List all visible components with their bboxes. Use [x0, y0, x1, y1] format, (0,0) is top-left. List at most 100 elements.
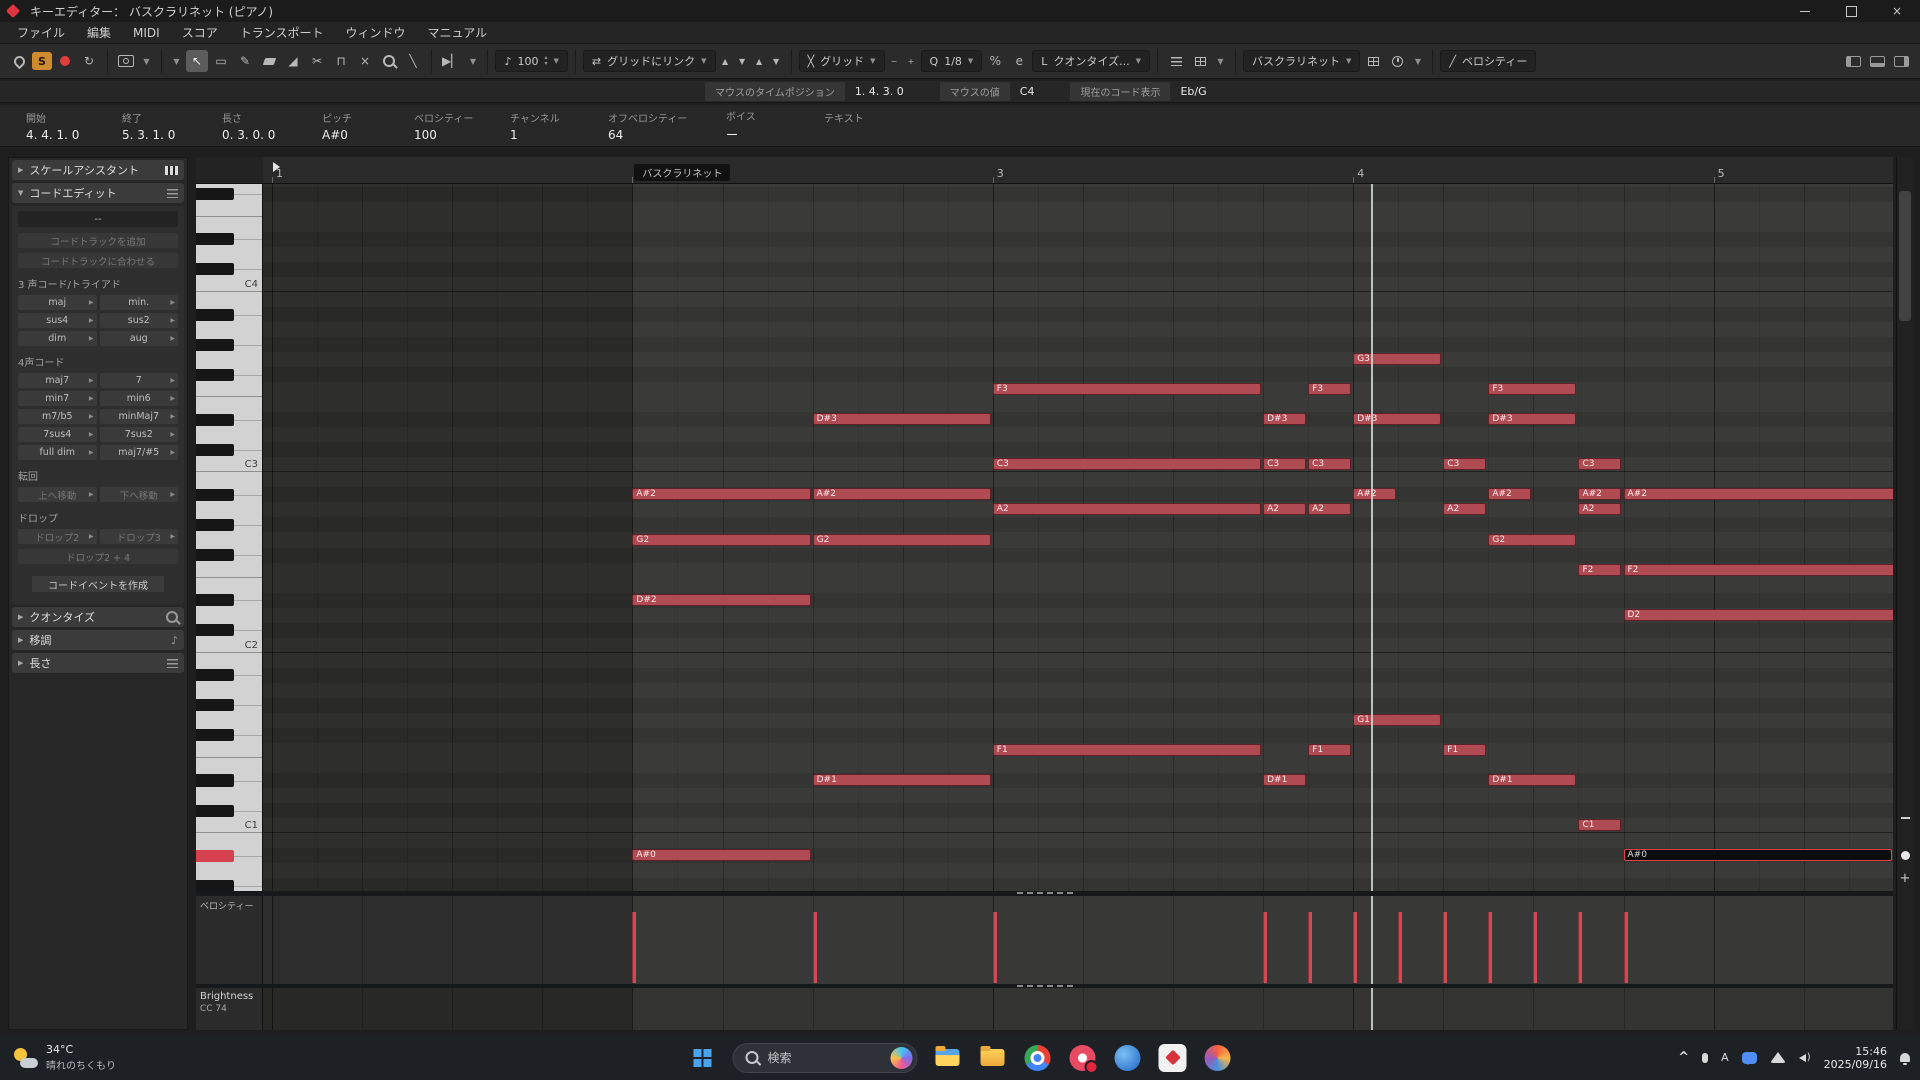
notification-bell-icon[interactable]: [1900, 1053, 1910, 1065]
section-length[interactable]: ▶ 長さ: [12, 653, 184, 673]
event-color-dropdown[interactable]: ╱ ベロシティー: [1440, 50, 1537, 72]
trim-tool-button[interactable]: ◢: [282, 50, 304, 72]
midi-note[interactable]: F1: [1308, 743, 1352, 756]
velocity-stepper[interactable]: ▴ ▾: [545, 55, 548, 67]
velocity-stem[interactable]: [992, 912, 997, 983]
midi-note[interactable]: F3: [1308, 383, 1352, 396]
info-field-開始[interactable]: 開始 4. 4. 1. 0: [26, 110, 122, 142]
midi-note[interactable]: A2: [1308, 503, 1352, 516]
taskbar-app-chrome[interactable]: [1023, 1043, 1053, 1073]
midi-note[interactable]: C3: [1578, 458, 1622, 471]
minimize-button[interactable]: [1782, 0, 1828, 22]
midi-note[interactable]: G2: [1488, 533, 1577, 546]
chord-button-minMaj7[interactable]: minMaj7 ▶: [99, 409, 178, 424]
snap-mode-dropdown[interactable]: ╳ グリッド ▼: [798, 50, 885, 72]
chevron-up-icon[interactable]: ^: [1678, 1050, 1689, 1065]
chord-button-sus2[interactable]: sus2 ▶: [99, 313, 178, 328]
chord-button-dim[interactable]: dim ▶: [18, 331, 97, 346]
snapshot-button[interactable]: [115, 50, 137, 72]
black-key[interactable]: [196, 699, 235, 712]
scrollbar-thumb[interactable]: [1899, 191, 1911, 321]
mute-tool-button[interactable]: ×: [354, 50, 376, 72]
drop2-4-button[interactable]: ドロップ2 + 4: [18, 549, 178, 564]
midi-note[interactable]: D#3: [1488, 413, 1577, 426]
midi-note[interactable]: A#2: [812, 488, 991, 501]
midi-note[interactable]: A#2: [1353, 488, 1397, 501]
midi-note[interactable]: F3: [1488, 383, 1577, 396]
chord-button-下へ移動[interactable]: 下へ移動 ▶: [99, 487, 178, 502]
black-key[interactable]: [196, 263, 235, 276]
midi-note[interactable]: G2: [632, 533, 811, 546]
time-display-button[interactable]: [1386, 50, 1408, 72]
section-scale-assistant[interactable]: ▶ スケールアシスタント: [12, 160, 184, 180]
cycle-button[interactable]: ↻: [78, 50, 100, 72]
chord-button-7sus4[interactable]: 7sus4 ▶: [18, 427, 97, 442]
line-tool-button[interactable]: ╲: [402, 50, 424, 72]
black-key[interactable]: [196, 549, 235, 562]
autoscroll-dropdown[interactable]: ▼: [465, 52, 480, 70]
move-up-button[interactable]: ▲: [718, 52, 733, 70]
midi-note[interactable]: A2: [1443, 503, 1487, 516]
midi-note[interactable]: A#0: [632, 849, 811, 862]
glue-tool-button[interactable]: ⊓: [330, 50, 352, 72]
midi-note[interactable]: D#3: [812, 413, 991, 426]
zoom-handle-icon[interactable]: [1901, 851, 1910, 860]
show-left-zone-button[interactable]: [1842, 50, 1864, 72]
split-tool-button[interactable]: ✂: [306, 50, 328, 72]
section-chord-edit[interactable]: ▼ コードエディット: [12, 183, 184, 203]
midi-note[interactable]: G1: [1353, 713, 1442, 726]
midi-note[interactable]: C3: [992, 458, 1262, 471]
black-key[interactable]: [196, 774, 235, 787]
chord-button-aug[interactable]: aug ▶: [99, 331, 178, 346]
chord-button-7[interactable]: 7 ▶: [99, 373, 178, 388]
black-key[interactable]: [196, 729, 235, 742]
velocity-stem[interactable]: [1443, 912, 1448, 983]
info-field-チャンネル[interactable]: チャンネル 1: [510, 110, 608, 142]
midi-note[interactable]: F3: [992, 383, 1262, 396]
midi-note[interactable]: A#2: [632, 488, 811, 501]
midi-note[interactable]: A#2: [1578, 488, 1622, 501]
zoom-in-icon[interactable]: +: [1897, 871, 1913, 886]
menu-item-トランスポート[interactable]: トランスポート: [229, 22, 335, 43]
menu-item-編集[interactable]: 編集: [76, 22, 122, 43]
midi-note[interactable]: D#3: [1353, 413, 1442, 426]
black-key[interactable]: [196, 338, 235, 351]
create-chord-event-button[interactable]: コードイベントを作成: [32, 576, 164, 592]
autoscroll-button[interactable]: ▶▏: [439, 50, 463, 72]
velocity-stem[interactable]: [1263, 912, 1268, 983]
midi-note[interactable]: D#1: [812, 773, 991, 786]
maximize-button[interactable]: [1828, 0, 1874, 22]
velocity-stem[interactable]: [1578, 912, 1583, 983]
black-key[interactable]: [196, 518, 235, 531]
taskbar-app-folder[interactable]: [978, 1043, 1008, 1073]
black-key[interactable]: [196, 233, 235, 246]
info-field-ピッチ[interactable]: ピッチ A#0: [322, 110, 414, 142]
info-field-ボイス[interactable]: ボイスー: [726, 108, 824, 143]
midi-note[interactable]: D#1: [1488, 773, 1577, 786]
divider-grip-icon[interactable]: [1016, 892, 1073, 894]
chord-button-full dim[interactable]: full dim ▶: [18, 445, 97, 460]
quantize-preset-dropdown[interactable]: Q 1/8 ▼: [920, 50, 983, 72]
close-button[interactable]: ×: [1874, 0, 1920, 22]
midi-note[interactable]: A#2: [1623, 488, 1893, 501]
iterative-quantize-button[interactable]: %: [984, 50, 1006, 72]
velocity-stem[interactable]: [1488, 912, 1493, 983]
midi-note[interactable]: D2: [1623, 608, 1893, 621]
info-field-長さ[interactable]: 長さ 0. 3. 0. 0: [222, 110, 322, 142]
midi-note[interactable]: A2: [992, 503, 1262, 516]
chord-button-min.[interactable]: min. ▶: [99, 295, 178, 310]
insert-velocity-control[interactable]: ♪ 100 ▴ ▾ ▼: [495, 50, 568, 72]
chat-icon[interactable]: [1741, 1051, 1757, 1065]
match-chord-track-button[interactable]: コードトラックに合わせる: [18, 253, 178, 268]
cc-lane[interactable]: [263, 988, 1893, 1030]
section-quantize[interactable]: ▶ クオンタイズ: [12, 607, 184, 627]
tool-options-dropdown[interactable]: ▼: [169, 52, 184, 70]
black-key[interactable]: [196, 594, 235, 607]
midi-note[interactable]: C3: [1443, 458, 1487, 471]
menu-item-ファイル[interactable]: ファイル: [6, 22, 76, 43]
midi-input-button[interactable]: [1189, 50, 1211, 72]
midi-note[interactable]: D#2: [632, 593, 811, 606]
chord-button-maj[interactable]: maj ▶: [18, 295, 97, 310]
chord-button-m7/b5[interactable]: m7/b5 ▶: [18, 409, 97, 424]
taskbar-app-explorer[interactable]: [933, 1043, 963, 1073]
